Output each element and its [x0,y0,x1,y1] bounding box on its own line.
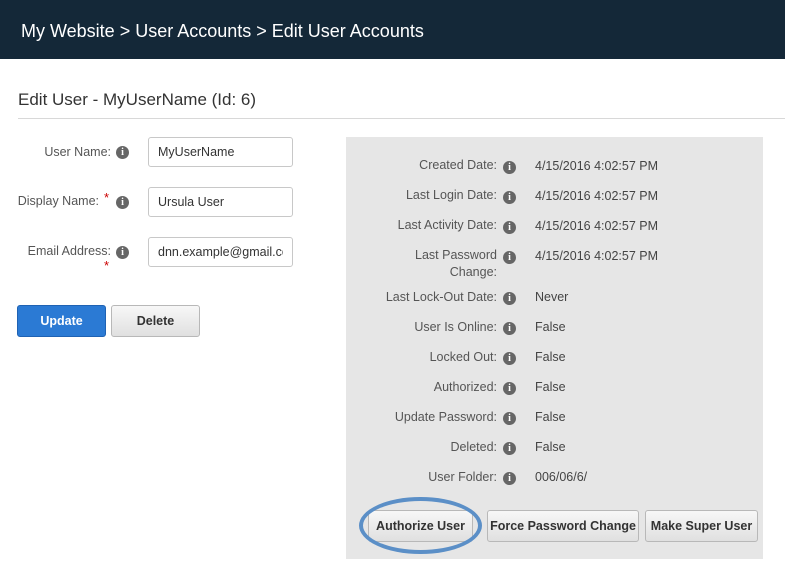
username-field[interactable] [148,137,293,167]
folder-value: 006/06/6/ [535,470,588,484]
info-icon[interactable]: i [503,442,516,455]
make-super-user-button[interactable]: Make Super User [645,510,758,542]
update-button[interactable]: Update [17,305,106,337]
info-icon[interactable]: i [503,382,516,395]
email-field[interactable] [148,237,293,267]
displayname-field[interactable] [148,187,293,217]
info-icon[interactable]: i [116,196,129,209]
last-password-label: Last Password Change: [415,247,497,281]
last-lockout-value: Never [535,290,569,304]
info-icon[interactable]: i [503,251,516,264]
email-label: Email Address: [27,244,111,258]
info-icon[interactable]: i [503,292,516,305]
page-title: Edit User - MyUserName (Id: 6) [18,90,257,109]
info-icon[interactable]: i [116,146,129,159]
required-marker: * [104,258,110,273]
update-password-value: False [535,410,566,424]
last-lockout-label: Last Lock-Out Date: [385,290,497,304]
created-date-label: Created Date: [419,158,497,172]
info-icon[interactable]: i [116,246,129,259]
info-icon[interactable]: i [503,322,516,335]
locked-value: False [535,350,566,364]
last-login-label: Last Login Date: [405,188,497,202]
last-password-label-line1: Last Password [415,248,497,262]
info-icon[interactable]: i [503,161,516,174]
deleted-label: Deleted: [450,440,497,454]
created-date-value: 4/15/2016 4:02:57 PM [535,159,659,173]
info-icon[interactable]: i [503,472,516,485]
required-marker: * [104,190,110,205]
online-value: False [535,320,566,334]
last-login-value: 4/15/2016 4:02:57 PM [535,189,659,203]
last-password-label-line2: Change: [449,265,497,279]
folder-label: User Folder: [428,470,497,484]
username-label: User Name: [44,145,111,159]
last-activity-label: Last Activity Date: [397,218,497,232]
site-header: My Website > User Accounts > Edit User A… [0,0,785,59]
title-divider [18,118,785,119]
info-icon[interactable]: i [503,191,516,204]
info-icon[interactable]: i [503,412,516,425]
displayname-label: Display Name: [17,194,99,208]
highlight-ring [359,497,482,554]
online-label: User Is Online: [414,320,497,334]
update-password-label: Update Password: [394,410,497,424]
authorized-label: Authorized: [433,380,497,394]
deleted-value: False [535,440,566,454]
authorized-value: False [535,380,566,394]
force-password-change-button[interactable]: Force Password Change [487,510,639,542]
last-password-value: 4/15/2016 4:02:57 PM [535,249,659,263]
delete-button[interactable]: Delete [111,305,200,337]
info-icon[interactable]: i [503,352,516,365]
info-icon[interactable]: i [503,221,516,234]
locked-label: Locked Out: [429,350,497,364]
last-activity-value: 4/15/2016 4:02:57 PM [535,219,659,233]
breadcrumb: My Website > User Accounts > Edit User A… [21,21,424,41]
